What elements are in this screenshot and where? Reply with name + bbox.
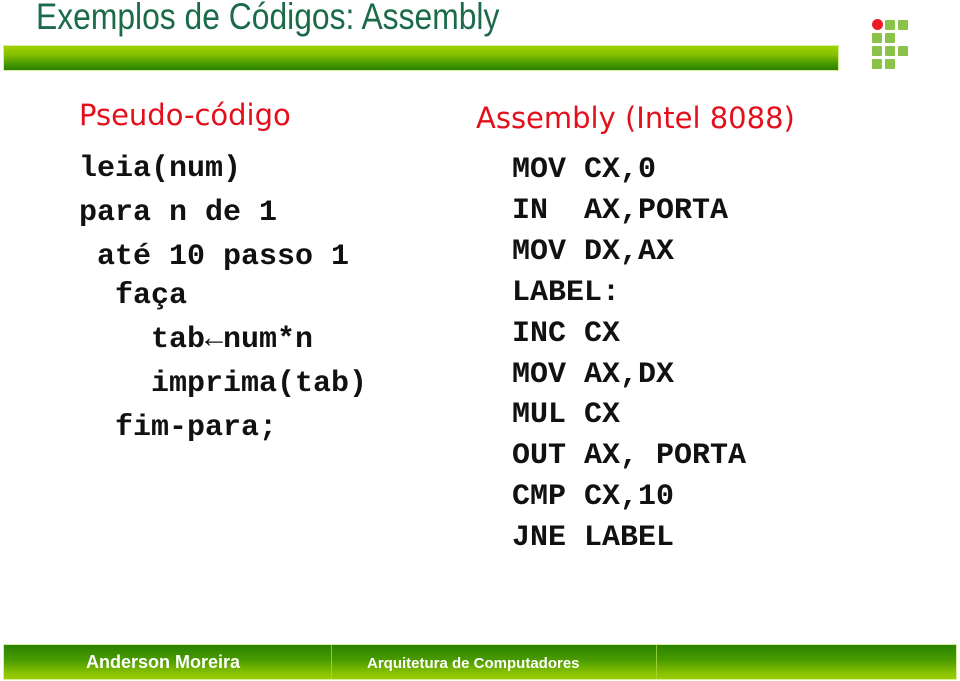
- pseudo-code-line: fim-para;: [79, 411, 278, 445]
- logo-square: [885, 33, 895, 43]
- footer-author: Anderson Moreira: [86, 652, 241, 672]
- logo-square: [885, 59, 895, 69]
- assembly-line: CMP CX,10: [512, 480, 675, 514]
- assembly-line: MUL CX: [512, 398, 621, 432]
- assembly-line: MOV CX,0: [512, 153, 657, 187]
- logo-square: [872, 46, 882, 56]
- pseudo-code-line: até 10 passo 1: [79, 240, 350, 274]
- pseudo-code-line: imprima(tab): [79, 367, 368, 401]
- footer-bar: Anderson Moreira Arquitetura de Computad…: [4, 645, 956, 679]
- pseudo-code-line: tab←num*n: [79, 323, 314, 357]
- institute-logo-icon: [872, 19, 912, 69]
- footer-course: Arquitetura de Computadores: [367, 655, 580, 672]
- assembly-line: MOV AX,DX: [512, 358, 675, 392]
- logo-square: [898, 46, 908, 56]
- slide-title: Exemplos de Códigos: Assembly: [36, 0, 500, 37]
- pseudo-code-line: para n de 1: [79, 196, 278, 230]
- logo-square: [885, 20, 895, 30]
- footer-divider: [656, 645, 657, 679]
- footer-divider: [331, 645, 332, 679]
- assembly-line: IN AX,PORTA: [512, 194, 729, 228]
- logo-red-dot: [872, 19, 883, 30]
- logo-square: [872, 59, 882, 69]
- pseudo-code-line: leia(num): [79, 152, 242, 186]
- assembly-line: MOV DX,AX: [512, 235, 675, 269]
- logo-square: [898, 20, 908, 30]
- logo-square: [885, 46, 895, 56]
- assembly-line: OUT AX, PORTA: [512, 439, 747, 473]
- header-bar: [4, 46, 838, 70]
- pseudo-code-line: faça: [79, 279, 188, 313]
- assembly-line: JNE LABEL: [512, 521, 675, 555]
- logo-square: [872, 33, 882, 43]
- assembly-line: INC CX: [512, 317, 621, 351]
- pseudo-code-heading: Pseudo-código: [79, 98, 291, 132]
- assembly-heading: Assembly (Intel 8088): [476, 101, 795, 135]
- assembly-line: LABEL:: [512, 276, 621, 310]
